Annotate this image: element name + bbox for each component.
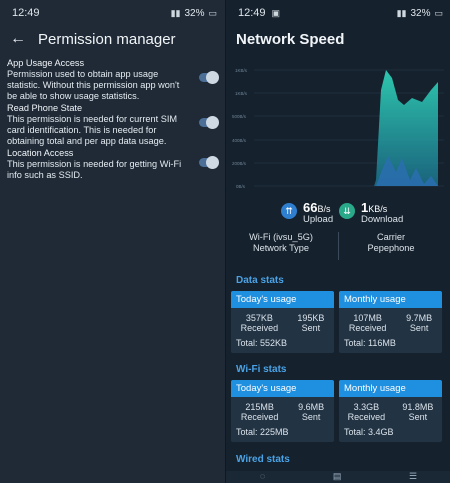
network-type-label: Network Type [253, 243, 309, 253]
permission-description: This permission is needed for getting Wi… [7, 159, 182, 180]
card-header: Monthly usage [339, 291, 442, 308]
received-value: 3.3GB [353, 402, 380, 412]
nav-speed-icon[interactable]: ◌ [260, 471, 265, 481]
carrier-value: Pepephone [367, 243, 415, 253]
received-value: 215MB [245, 402, 274, 412]
axis-label: 1KB/s [235, 91, 248, 96]
data-monthly-card[interactable]: Monthly usage 107MB Received 9.7MB Sent … [339, 291, 442, 353]
permission-item-location[interactable]: Location Access This permission is neede… [7, 148, 219, 181]
page-title: Network Speed [236, 30, 345, 48]
received-label: Received [348, 323, 387, 333]
sent-value: 195KB [297, 313, 325, 323]
wifi-today-card[interactable]: Today's usage 215MB Received 9.6MB Sent … [231, 380, 334, 442]
permission-description: Permission used to obtain app usage stat… [7, 69, 180, 101]
image-icon: ▣ [271, 7, 281, 18]
upload-label: Upload [303, 214, 334, 225]
received-col: 107MB Received [349, 313, 387, 333]
battery-icon: ▭ [208, 7, 217, 18]
axis-label: 200B/s [232, 161, 247, 166]
upload-unit: B/s [317, 204, 331, 214]
total-value: Total: 116MB [344, 338, 396, 348]
bottom-navigation: ◌ ▤ ☰ [226, 471, 450, 483]
battery-level: 32% [184, 7, 205, 19]
total-value: Total: 552KB [236, 338, 288, 348]
permission-description: This permission is needed for current SI… [7, 114, 178, 146]
status-time: 12:49 [238, 7, 266, 19]
sent-label: Sent [409, 323, 429, 333]
card-header: Today's usage [231, 291, 334, 308]
sent-col: 9.6MB Sent [298, 402, 324, 422]
signal-icon: ▮▮ [396, 7, 407, 18]
wifi-monthly-card[interactable]: Monthly usage 3.3GB Received 91.8MB Sent… [339, 380, 442, 442]
permission-item-usage[interactable]: App Usage Access Permission used to obta… [7, 58, 219, 102]
axis-label: 400B/s [232, 138, 247, 143]
received-col: 3.3GB Received [348, 402, 386, 422]
received-col: 215MB Received [241, 402, 279, 422]
page-title: Permission manager [38, 30, 176, 48]
network-type-info: Wi-Fi (ivsu_5G) Network Type [226, 232, 336, 254]
download-icon: ⇊ [339, 203, 355, 219]
upload-icon: ⇈ [281, 203, 297, 219]
usage-access-toggle[interactable] [199, 71, 219, 84]
signal-icon: ▮▮ [170, 7, 181, 18]
received-label: Received [240, 412, 279, 422]
total-value: Total: 3.4GB [344, 427, 394, 437]
axis-label: 500B/s [232, 114, 247, 119]
nav-settings-icon[interactable]: ☰ [409, 471, 417, 482]
card-header: Today's usage [231, 380, 334, 397]
download-unit: KB/s [368, 204, 388, 214]
received-label: Received [240, 323, 279, 333]
wired-stats-title: Wired stats [236, 454, 290, 465]
permission-title: App Usage Access [7, 58, 85, 68]
total-value: Total: 225MB [236, 427, 289, 437]
status-bar: 12:49 ▮▮ 32% ▭ [0, 0, 225, 26]
received-value: 107MB [353, 313, 382, 323]
sent-value: 9.6MB [298, 402, 325, 412]
back-arrow-icon[interactable]: ← [10, 30, 38, 48]
permission-item-phone-state[interactable]: Read Phone State This permission is need… [7, 103, 219, 147]
sent-label: Sent [301, 412, 321, 422]
sent-col: 195KB Sent [297, 313, 324, 333]
permission-title: Location Access [7, 148, 74, 158]
sent-label: Sent [301, 323, 321, 333]
received-label: Received [347, 412, 386, 422]
battery-icon: ▭ [434, 7, 443, 18]
battery-level: 32% [410, 7, 431, 19]
carrier-label: Carrier [376, 232, 406, 242]
location-toggle[interactable] [199, 156, 219, 169]
carrier-info: Carrier Pepephone [336, 232, 446, 254]
status-time: 12:49 [12, 7, 40, 19]
app-bar: Network Speed [226, 28, 450, 50]
status-bar: 12:49 ▣ ▮▮ 32% ▭ [226, 0, 450, 26]
received-value: 357KB [245, 313, 273, 323]
axis-label: 1KB/s [235, 68, 248, 73]
sent-col: 91.8MB Sent [402, 402, 433, 422]
download-label: Download [361, 214, 404, 225]
wifi-stats-title: Wi-Fi stats [236, 364, 287, 375]
data-today-card[interactable]: Today's usage 357KB Received 195KB Sent … [231, 291, 334, 353]
app-bar: ← Permission manager [0, 28, 225, 50]
sent-value: 91.8MB [402, 402, 434, 412]
network-type-value: Wi-Fi (ivsu_5G) [249, 232, 313, 242]
upload-value: 66 [303, 200, 318, 215]
permission-title: Read Phone State [7, 103, 83, 113]
data-stats-title: Data stats [236, 275, 284, 286]
sent-col: 9.7MB Sent [406, 313, 432, 333]
axis-label: 0B/s [236, 184, 246, 189]
nav-usage-icon[interactable]: ▤ [333, 471, 342, 482]
network-speed-screen: 12:49 ▣ ▮▮ 32% ▭ Network Speed 1KB/s 1KB… [225, 0, 450, 483]
speed-chart: 1KB/s 1KB/s 500B/s 400B/s 200B/s 0B/s [232, 68, 444, 189]
sent-value: 9.7MB [406, 313, 433, 323]
card-header: Monthly usage [339, 380, 442, 397]
permission-manager-screen: 12:49 ▮▮ 32% ▭ ← Permission manager App … [0, 0, 225, 483]
sent-label: Sent [408, 412, 428, 422]
received-col: 357KB Received [241, 313, 279, 333]
phone-state-toggle[interactable] [199, 116, 219, 129]
